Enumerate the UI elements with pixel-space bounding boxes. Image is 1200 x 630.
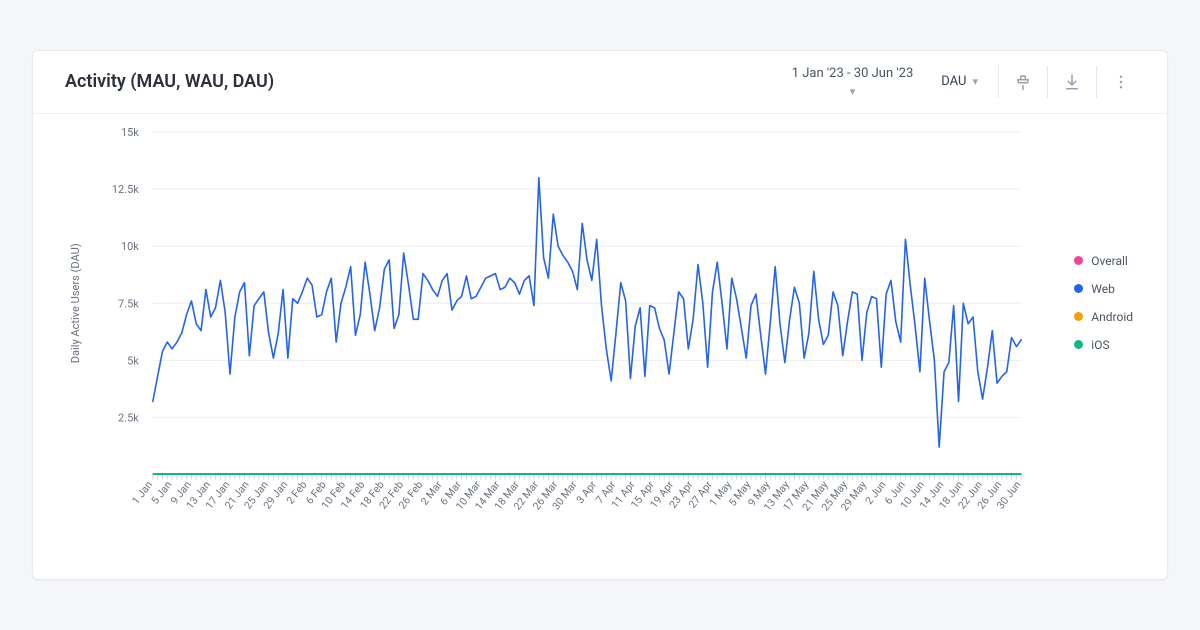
download-icon [1063,73,1081,91]
legend-label: iOS [1091,338,1109,352]
card-title: Activity (MAU, WAU, DAU) [65,71,274,92]
download-button[interactable] [1054,64,1090,100]
svg-text:3 Apr: 3 Apr [574,478,600,506]
series-web [153,178,1021,447]
svg-text:10k: 10k [121,240,139,253]
legend-item-overall[interactable]: Overall [1074,254,1133,268]
legend-label: Android [1091,310,1133,324]
divider [1096,66,1097,98]
chevron-down-icon: ▾ [850,85,856,98]
svg-text:7.5k: 7.5k [118,297,139,310]
legend-label: Overall [1091,254,1128,268]
activity-card: Activity (MAU, WAU, DAU) 1 Jan '23 - 30 … [32,50,1168,580]
date-range-label: 1 Jan '23 - 30 Jun '23 [792,66,914,81]
legend-item-ios[interactable]: iOS [1074,338,1133,352]
legend-label: Web [1091,282,1115,296]
more-icon [1112,73,1130,91]
more-button[interactable] [1103,64,1139,100]
legend-swatch [1074,284,1083,293]
legend-swatch [1074,256,1083,265]
svg-text:12.5k: 12.5k [112,183,139,196]
svg-text:Daily Active Users (DAU): Daily Active Users (DAU) [69,243,82,363]
divider [998,66,999,98]
legend-swatch [1074,312,1083,321]
chart-area: 2.5k5k7.5k10k12.5k15k 1 Jan5 Jan9 Jan13 … [33,114,1167,579]
legend-item-web[interactable]: Web [1074,282,1133,296]
chevron-down-icon: ▾ [972,75,978,88]
legend-item-android[interactable]: Android [1074,310,1133,324]
divider [1047,66,1048,98]
header-controls: 1 Jan '23 - 30 Jun '23 ▾ DAU ▾ [778,60,1139,104]
svg-text:1 Jan: 1 Jan [129,478,155,507]
svg-text:2 Feb: 2 Feb [284,478,310,506]
svg-text:5k: 5k [127,354,139,367]
activity-chart: 2.5k5k7.5k10k12.5k15k 1 Jan5 Jan9 Jan13 … [57,124,1143,571]
svg-text:2.5k: 2.5k [118,411,139,424]
card-header: Activity (MAU, WAU, DAU) 1 Jan '23 - 30 … [33,51,1167,114]
legend-swatch [1074,340,1083,349]
chart-legend: Overall Web Android iOS [1074,254,1133,366]
svg-text:2 Jun: 2 Jun [862,478,888,507]
svg-text:15k: 15k [121,126,139,139]
svg-text:5 Jan: 5 Jan [148,478,174,507]
metric-selected-label: DAU [941,74,966,89]
pin-button[interactable] [1005,64,1041,100]
pin-icon [1014,73,1032,91]
metric-selector[interactable]: DAU ▾ [927,66,992,97]
date-range-selector[interactable]: 1 Jan '23 - 30 Jun '23 ▾ [778,60,928,104]
